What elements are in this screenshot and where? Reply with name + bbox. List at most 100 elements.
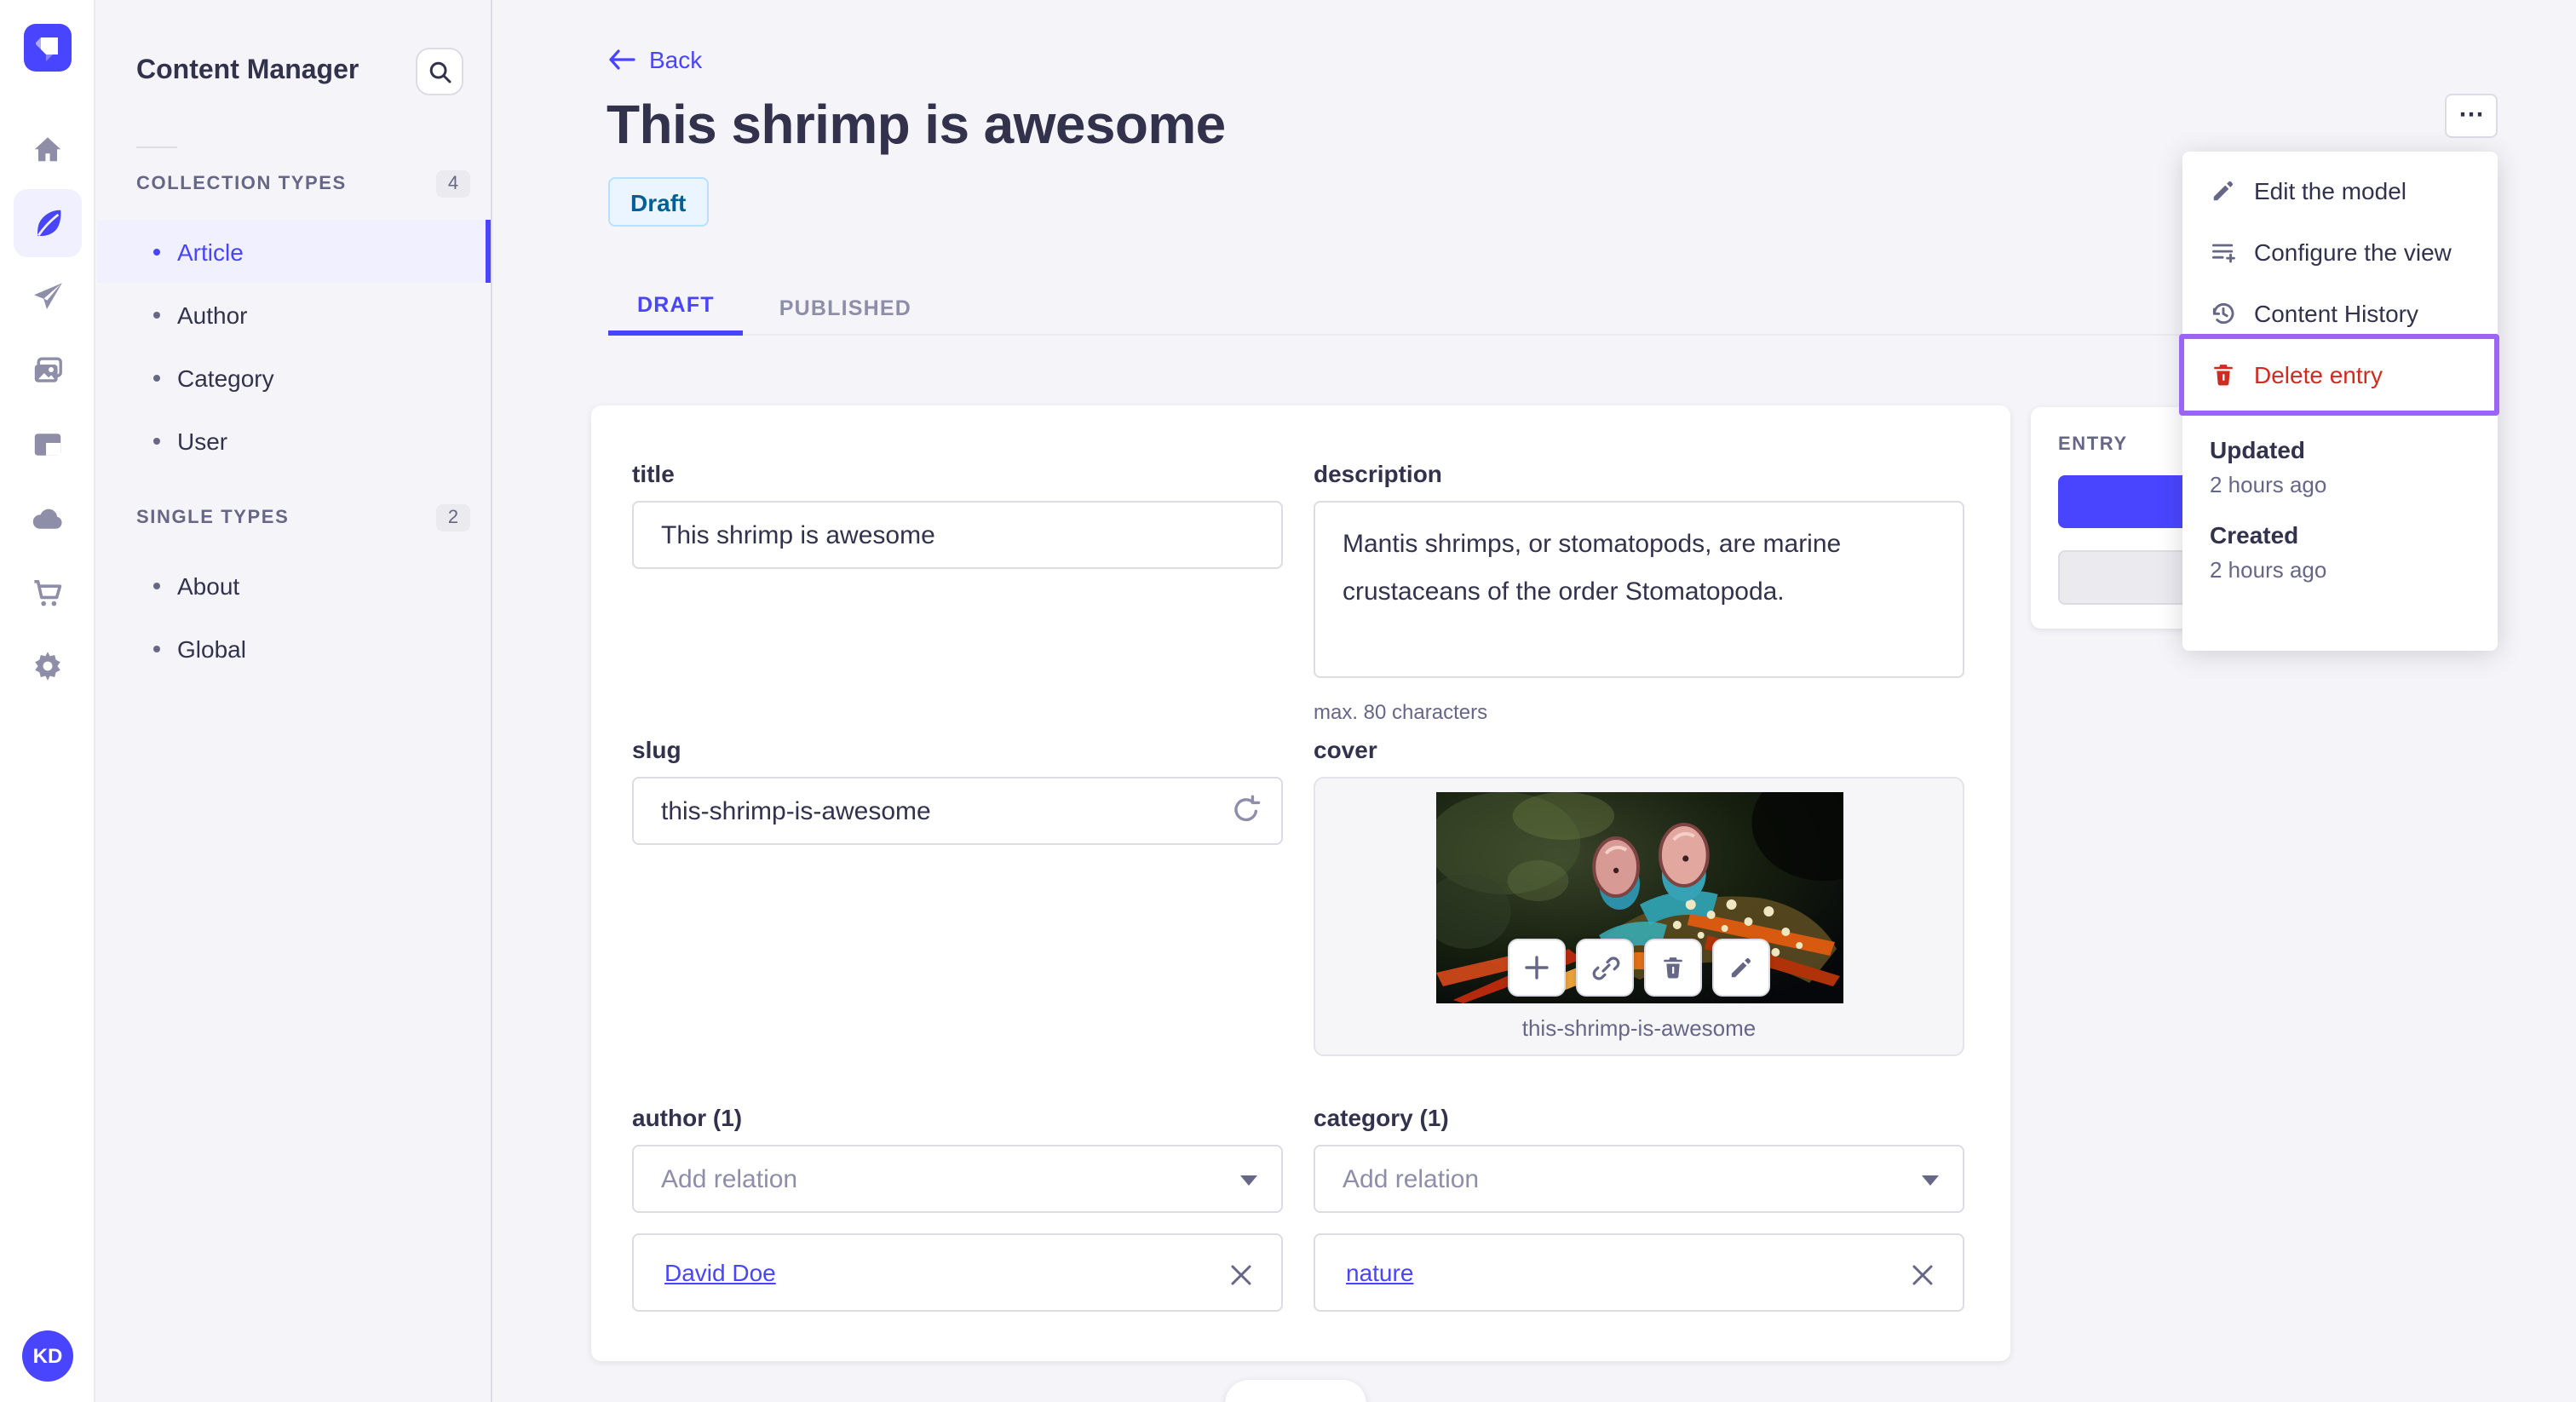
sidebar-item-article[interactable]: Article [97,220,491,283]
bullet-icon [153,374,160,381]
menu-item-configure-the-view[interactable]: Configure the view [2182,221,2498,283]
category-relation-item: nature [1314,1233,1964,1312]
user-avatar[interactable]: KD [22,1330,73,1382]
category-field-label: category (1) [1314,1104,1449,1131]
tab-draft[interactable]: DRAFT [608,279,744,336]
author-relation-link[interactable]: David Doe [664,1259,776,1286]
remove-category-button[interactable] [1901,1254,1942,1295]
author-relation-select[interactable]: Add relation [632,1145,1283,1213]
home-icon[interactable] [14,116,82,184]
bullet-icon [153,248,160,255]
pencil-icon [1728,954,1755,981]
menu-item-edit-the-model[interactable]: Edit the model [2182,160,2498,221]
floating-toolbar-partial[interactable] [1225,1380,1366,1402]
description-textarea[interactable]: Mantis shrimps, or stomatopods, are mari… [1314,501,1964,678]
title-field-label: title [632,460,675,487]
menu-item-label: Delete entry [2254,361,2383,388]
bullet-icon [153,311,160,318]
add-media-button[interactable] [1508,939,1566,997]
status-badge: Draft [608,177,709,227]
sidebar-item-author[interactable]: Author [97,283,491,346]
content-manager-feather-icon[interactable] [14,189,82,257]
bullet-icon [153,645,160,652]
slug-input[interactable] [632,777,1283,845]
cover-field-label: cover [1314,736,1377,763]
content-manager-sidebar: Content Manager COLLECTION TYPES 4 Artic… [95,0,492,1402]
title-input[interactable] [632,501,1283,569]
sidebar-divider [136,147,177,148]
sidebar-item-label: Category [177,364,274,391]
media-library-icon[interactable] [14,337,82,405]
release-send-icon[interactable] [14,262,82,330]
purchases-cart-icon[interactable] [14,559,82,627]
created-value: 2 hours ago [2210,557,2327,583]
collection-types-header: COLLECTION TYPES 4 [136,170,470,198]
menu-item-label: Edit the model [2254,177,2406,204]
settings-gear-icon[interactable] [14,632,82,700]
arrow-left-icon [608,49,635,70]
created-label: Created [2210,521,2299,549]
cloud-icon[interactable] [14,486,82,554]
category-relation-link[interactable]: nature [1346,1259,1413,1286]
author-select-placeholder: Add relation [661,1164,798,1193]
category-relation-select[interactable]: Add relation [1314,1145,1964,1213]
description-hint: max. 80 characters [1314,700,1488,724]
tab-published[interactable]: PUBLISHED [750,279,940,336]
section-label: COLLECTION TYPES [136,174,347,194]
sidebar-item-about[interactable]: About [97,554,491,617]
entry-meta: Updated 2 hours ago Created 2 hours ago [2182,412,2498,583]
menu-item-label: Content History [2254,300,2418,327]
back-label: Back [649,46,703,73]
sidebar-title: Content Manager [136,56,359,85]
sidebar-item-label: Global [177,635,246,662]
sidebar-item-label: About [177,572,240,599]
description-field-label: description [1314,460,1442,487]
count-badge: 4 [436,170,470,198]
copy-link-button[interactable] [1576,939,1634,997]
bullet-icon [153,582,160,589]
plus-icon [1523,954,1550,981]
edit-form-card: title description Mantis shrimps, or sto… [591,405,2010,1361]
strapi-logo[interactable] [24,24,72,72]
chevron-down-icon [1240,1175,1257,1186]
updated-label: Updated [2210,436,2305,463]
edit-media-button[interactable] [1712,939,1770,997]
back-link[interactable]: Back [608,46,702,73]
sidebar-item-user[interactable]: User [97,409,491,472]
remove-author-button[interactable] [1220,1254,1261,1295]
sidebar-item-category[interactable]: Category [97,346,491,409]
more-options-dropdown: Edit the model Configure the view Conten… [2182,152,2498,651]
section-label: SINGLE TYPES [136,508,290,528]
bullet-icon [153,437,160,444]
app-window: KD Content Manager COLLECTION TYPES 4 Ar… [0,0,2576,1402]
search-button[interactable] [416,48,463,95]
pencil-icon [2210,177,2237,204]
slug-field-label: slug [632,736,681,763]
sidebar-item-label: User [177,427,228,454]
regenerate-slug-icon[interactable] [1230,794,1262,826]
link-icon [1590,953,1619,982]
main-nav-rail: KD [0,0,95,1402]
menu-item-label: Configure the view [2254,238,2452,266]
chevron-down-icon [1922,1175,1939,1186]
page-title: This shrimp is awesome [607,94,1226,155]
sidebar-item-label: Article [177,238,244,265]
more-options-button[interactable]: ⋯ [2445,94,2498,138]
list-settings-icon [2210,238,2237,266]
search-icon [427,59,452,84]
marketplace-layout-icon[interactable] [14,411,82,479]
author-field-label: author (1) [632,1104,743,1131]
count-badge: 2 [436,504,470,531]
sidebar-item-label: Author [177,301,248,328]
trash-icon [2210,361,2237,388]
updated-value: 2 hours ago [2210,472,2327,497]
sidebar-item-global[interactable]: Global [97,617,491,680]
delete-media-button[interactable] [1644,939,1702,997]
menu-item-content-history[interactable]: Content History [2182,283,2498,344]
trash-icon [1659,954,1687,981]
single-types-header: SINGLE TYPES 2 [136,504,470,531]
author-relation-item: David Doe [632,1233,1283,1312]
history-clock-icon [2210,300,2237,327]
menu-item-delete-entry[interactable]: Delete entry [2182,344,2498,405]
cover-media-panel: this-shrimp-is-awesome [1314,777,1964,1056]
